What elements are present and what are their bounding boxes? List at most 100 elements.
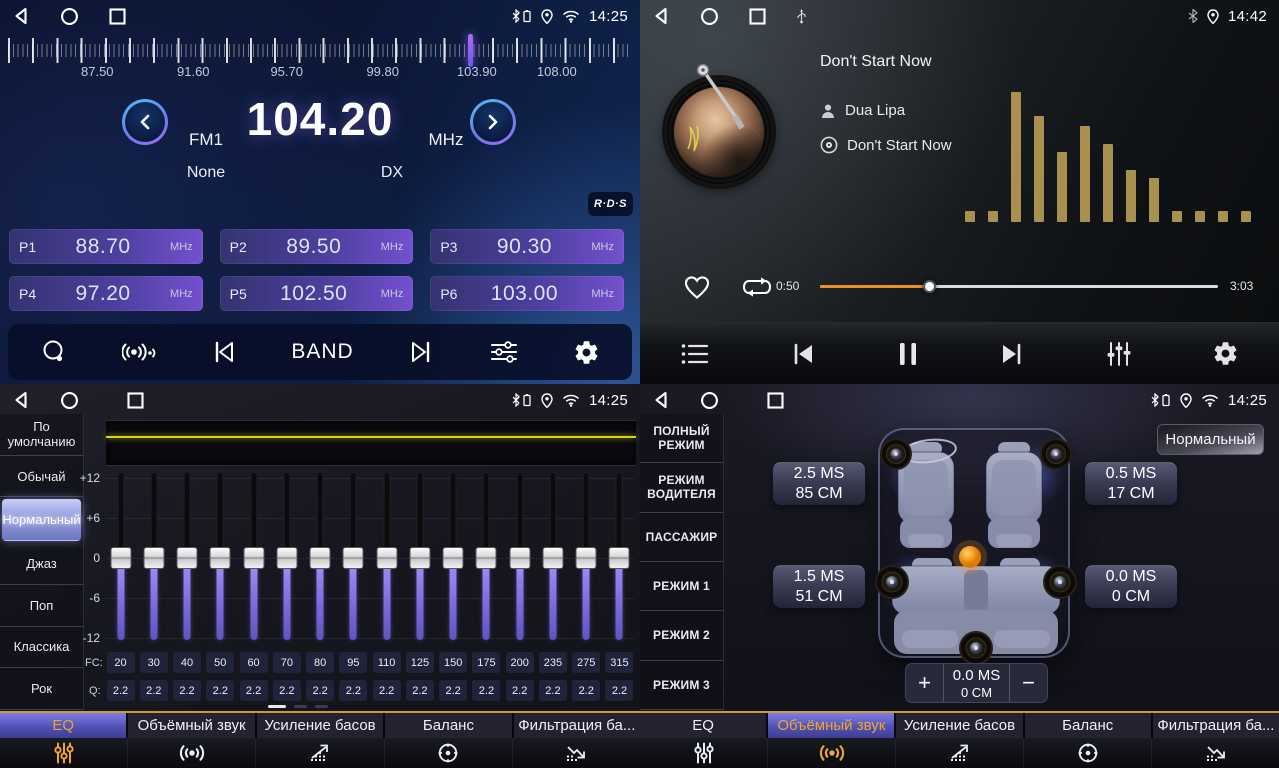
slider-handle[interactable] [243,547,264,569]
surround-sound-icon[interactable] [128,738,256,768]
recents-icon[interactable] [767,392,784,409]
equalizer-mixer-icon[interactable] [1099,339,1139,369]
listening-mode-item[interactable]: РЕЖИМ 3 [640,661,723,710]
tab-eq-sliders[interactable]: EQ [640,713,768,738]
eq-band-slider[interactable] [372,472,401,640]
home-icon[interactable] [700,7,719,26]
eq-band-slider[interactable] [405,472,434,640]
bass-boost-icon[interactable] [256,738,384,768]
eq-band-slider[interactable] [339,472,368,640]
pause-icon[interactable] [890,339,926,369]
settings-gear-icon[interactable] [1206,339,1245,368]
eq-preset-item[interactable]: По умолчанию [0,414,83,456]
next-track-icon[interactable] [992,340,1032,368]
delay-rear-left[interactable]: 1.5 MS51 CM [773,565,865,608]
eq-band-slider[interactable] [472,472,501,640]
playlist-icon[interactable] [674,340,716,368]
tab-eq-sliders[interactable]: EQ [0,713,128,738]
eq-preset-item[interactable]: Рок [0,668,83,710]
high-pass-filter-icon[interactable] [513,738,640,768]
delay-front-right[interactable]: 0.5 MS17 CM [1085,462,1177,505]
slider-handle[interactable] [609,547,630,569]
slider-handle[interactable] [276,547,297,569]
tuner-dial[interactable] [0,34,640,68]
seek-handle[interactable] [923,280,936,293]
listening-mode-item[interactable]: РЕЖИМ 1 [640,562,723,611]
back-icon[interactable] [652,6,670,26]
high-pass-filter-icon[interactable] [1152,738,1279,768]
tab-bass-boost[interactable]: Усиление басов [896,713,1024,738]
preset-button-p2[interactable]: P289.50MHz [220,229,414,264]
preset-button-p3[interactable]: P390.30MHz [430,229,624,264]
listening-mode-item[interactable]: РЕЖИМ ВОДИТЕЛЯ [640,463,723,512]
slider-handle[interactable] [542,547,563,569]
tab-surround-sound[interactable]: Объёмный звук [128,713,256,738]
eq-band-slider[interactable] [139,472,168,640]
eq-band-slider[interactable] [439,472,468,640]
preset-button-p1[interactable]: P188.70MHz [9,229,203,264]
surround-sound-icon[interactable] [768,738,896,768]
back-icon[interactable] [12,390,30,410]
bass-boost-icon[interactable] [896,738,1024,768]
slider-handle[interactable] [409,547,430,569]
delay-rear-right[interactable]: 0.0 MS0 CM [1085,565,1177,608]
preset-button-p4[interactable]: P497.20MHz [9,276,203,311]
slider-handle[interactable] [443,547,464,569]
home-icon[interactable] [700,391,719,410]
tune-up-button[interactable] [470,99,516,145]
eq-band-slider[interactable] [239,472,268,640]
slider-handle[interactable] [576,547,597,569]
preset-button-p5[interactable]: P5102.50MHz [220,276,414,311]
recents-icon[interactable] [127,392,144,409]
eq-band-slider[interactable] [206,472,235,640]
previous-track-icon[interactable] [783,340,823,368]
eq-band-slider[interactable] [538,472,567,640]
preset-button-p6[interactable]: P6103.00MHz [430,276,624,311]
scan-icon[interactable] [34,337,74,367]
tuner-settings-icon[interactable] [483,338,525,366]
favorite-heart-icon[interactable] [676,272,718,301]
eq-sliders-icon[interactable] [640,738,768,768]
band-button[interactable]: BAND [285,339,359,365]
slider-handle[interactable] [110,547,131,569]
balance-icon[interactable] [1024,738,1152,768]
eq-sliders-icon[interactable] [0,738,128,768]
listening-mode-item[interactable]: РЕЖИМ 2 [640,611,723,660]
delay-front-left[interactable]: 2.5 MS85 CM [773,462,865,505]
decrease-delay-button[interactable]: − [1010,664,1047,702]
tab-high-pass-filter[interactable]: Фильтрация ба... [1153,713,1279,738]
slider-handle[interactable] [476,547,497,569]
listening-mode-item[interactable]: ПАССАЖИР [640,513,723,562]
home-icon[interactable] [60,7,79,26]
tuner-needle[interactable] [468,34,473,67]
tab-surround-sound[interactable]: Объёмный звук [768,713,896,738]
tab-bass-boost[interactable]: Усиление басов [257,713,385,738]
eq-band-slider[interactable] [106,472,135,640]
increase-delay-button[interactable]: + [906,664,943,702]
slider-handle[interactable] [210,547,231,569]
eq-band-slider[interactable] [306,472,335,640]
settings-gear-icon[interactable] [567,338,606,367]
back-icon[interactable] [12,6,30,26]
back-icon[interactable] [652,390,670,410]
tab-high-pass-filter[interactable]: Фильтрация ба... [514,713,640,738]
slider-handle[interactable] [509,547,530,569]
eq-band-slider[interactable] [272,472,301,640]
eq-band-slider[interactable] [572,472,601,640]
previous-station-icon[interactable] [205,339,243,365]
next-station-icon[interactable] [402,339,440,365]
listening-mode-item[interactable]: ПОЛНЫЙ РЕЖИМ [640,414,723,463]
slider-handle[interactable] [143,547,164,569]
home-icon[interactable] [60,391,79,410]
eq-band-slider[interactable] [505,472,534,640]
balance-icon[interactable] [385,738,513,768]
broadcast-icon[interactable] [116,338,162,366]
slider-handle[interactable] [310,547,331,569]
tab-balance[interactable]: Баланс [1025,713,1153,738]
seek-bar[interactable] [820,285,1218,288]
eq-band-slider[interactable] [605,472,634,640]
repeat-icon[interactable] [735,273,779,301]
recents-icon[interactable] [109,8,126,25]
eq-band-slider[interactable] [173,472,202,640]
sound-profile-button[interactable]: Нормальный [1157,424,1264,455]
